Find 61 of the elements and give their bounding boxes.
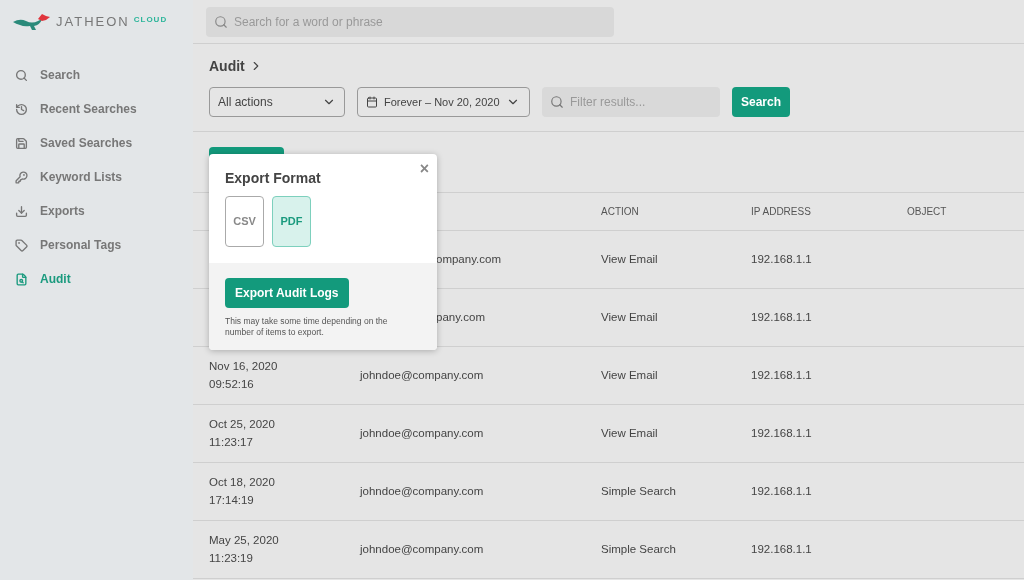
key-icon [15,170,28,184]
table-cell: johndoe@company.com [360,542,484,555]
table-cell: View Email [601,310,658,323]
search-icon [550,95,564,109]
popover-title: Export Format [225,169,322,188]
table-cell: ompany.com [436,252,501,265]
sidebar-item[interactable]: Exports [0,194,193,228]
table-cell-text: 09:52:16 [209,376,255,392]
download-icon [15,204,28,218]
sidebar-item[interactable]: Search [0,58,193,92]
save-icon [15,136,28,150]
table-cell: pany.com [436,310,485,323]
sidebar-item[interactable]: Keyword Lists [0,160,193,194]
table-cell-text: Oct 18, 2020 [209,475,276,491]
history-icon [15,102,28,116]
format-option[interactable]: PDF [272,196,311,247]
table-cell: Simple Search [601,484,676,497]
table-cell: View Email [601,426,658,439]
table-cell-text: 17:14:19 [209,492,255,508]
date-range-dropdown[interactable]: Forever – Nov 20, 2020 [357,87,530,117]
sidebar-item[interactable]: Personal Tags [0,228,193,262]
tag-icon [15,238,28,252]
sidebar-item[interactable]: Recent Searches [0,92,193,126]
table-cell: View Email [601,368,658,381]
table-cell: johndoe@company.com [360,426,484,439]
table-cell: johndoe@company.com [360,484,484,497]
table-cell: Simple Search [601,542,676,555]
table-cell-text: May 25, 2020 [209,533,280,549]
table-cell-text: Nov 16, 2020 [209,359,279,375]
table-cell: johndoe@company.com [360,368,484,381]
sidebar-item[interactable]: Saved Searches [0,126,193,160]
table-cell-text: Oct 25, 2020 [209,417,276,433]
sidebar-item[interactable]: Audit [0,262,193,296]
brand-suffix: CLOUD [133,14,168,26]
fox-logo-icon [12,13,52,31]
close-button[interactable]: × [419,157,429,181]
table-cell-text: 11:23:17 [209,434,254,450]
audit-icon [15,272,28,286]
column-header: ACTION [601,205,640,219]
search-icon [15,68,28,82]
search-field[interactable]: Search for a word or phrase [206,6,614,37]
table-cell: 192.168.1.1 [751,252,812,265]
table-cell-text: 11:23:19 [209,550,254,566]
search-button[interactable]: Search [732,87,791,117]
search-icon [214,14,228,29]
table-cell: 192.168.1.1 [751,368,812,381]
action-dropdown[interactable]: All actions [209,87,345,117]
format-option[interactable]: CSV [225,196,264,247]
brand-name: JATHEON [56,13,130,32]
export-note: This may take some time depending on the number of items to export. [225,316,389,338]
table-cell: 192.168.1.1 [751,310,812,323]
filter-field[interactable]: Filter results... [542,87,720,117]
table-cell: View Email [601,252,658,265]
table-cell: 192.168.1.1 [751,484,812,497]
column-header: IP ADDRESS [751,205,812,219]
page-title: Audit [209,56,245,76]
column-header: OBJECT [907,205,947,219]
table-cell: 192.168.1.1 [751,542,812,555]
table-cell: 192.168.1.1 [751,426,812,439]
calendar-icon [366,96,378,108]
export-audit-logs-button[interactable]: Export Audit Logs [225,278,349,308]
